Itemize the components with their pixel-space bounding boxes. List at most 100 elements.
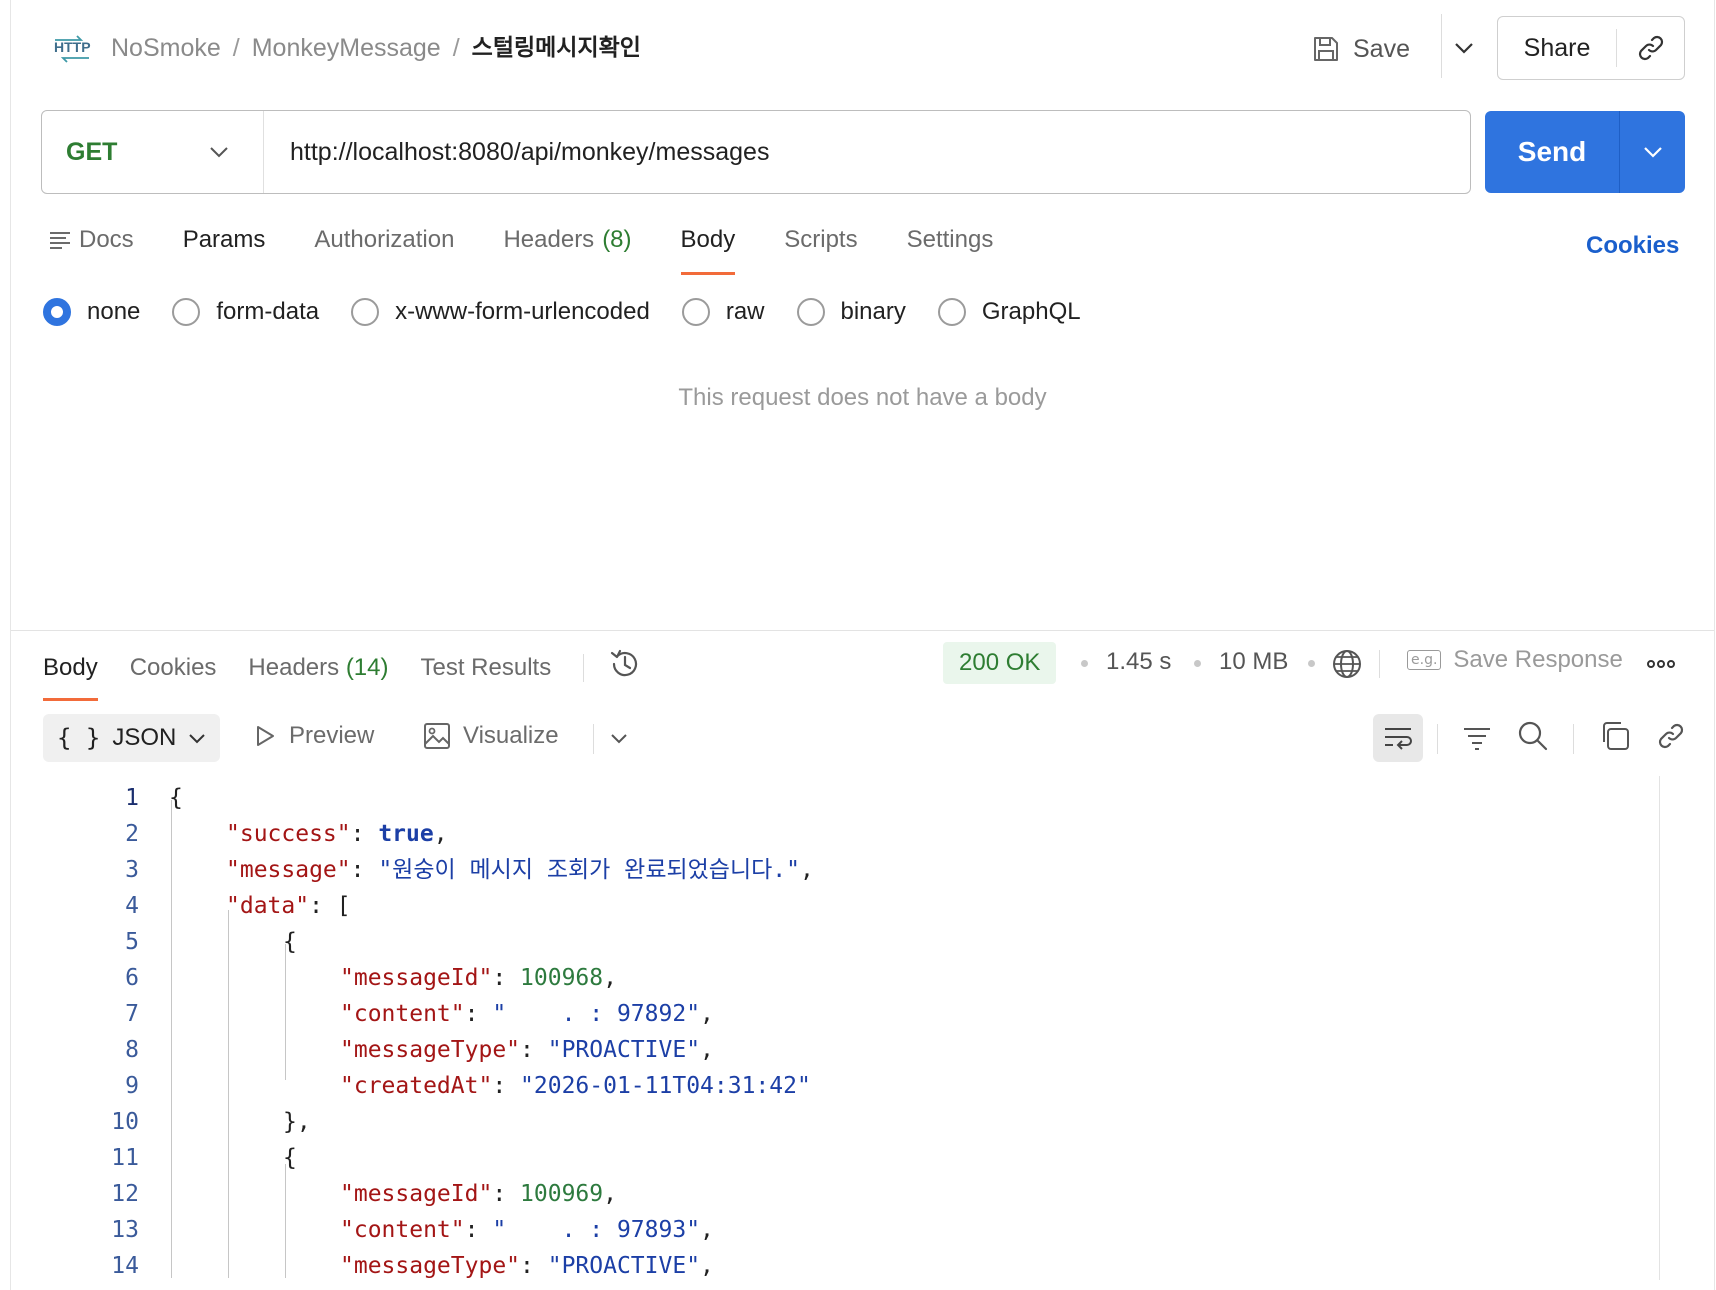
tab-settings[interactable]: Settings [907,226,994,254]
radio-button-selected[interactable] [43,298,71,326]
code-text: "messageType": "PROACTIVE", [340,1032,714,1068]
tab-headers[interactable]: Headers (8) [503,226,631,254]
response-tab-body-label: Body [43,653,98,681]
line-number: 2 [125,821,139,847]
code-line: 11 { [11,1140,1671,1176]
json-boolean: true [378,821,434,847]
radio-button[interactable] [681,298,710,326]
method-select[interactable]: GET [42,111,264,193]
network-info-button[interactable] [1331,648,1363,680]
radio-raw[interactable]: raw [681,298,765,326]
breadcrumb-collection[interactable]: MonkeyMessage [252,30,441,66]
more-options-button[interactable] [1645,648,1677,680]
json-string: "PROACTIVE" [547,1253,701,1278]
response-tab-headers-label: Headers [248,653,340,681]
json-number: 100969 [520,1181,604,1207]
breadcrumb-workspace[interactable]: NoSmoke [111,30,221,66]
json-punctuation: : [520,1037,548,1063]
code-line: 6 "messageId": 100968, [11,960,1671,996]
filter-button[interactable] [1461,722,1493,754]
tab-body-label: Body [680,226,736,253]
json-key: "content" [340,1001,465,1027]
save-button[interactable]: Save [1311,28,1410,70]
line-number: 3 [125,857,139,883]
cookies-link[interactable]: Cookies [1586,232,1679,260]
format-select[interactable]: { } JSON [43,714,221,762]
response-tab-headers[interactable]: Headers (14) [248,654,388,682]
json-key: "messageType" [340,1037,521,1063]
wrap-lines-button[interactable] [1373,714,1423,762]
code-line: 10}, [11,1104,1671,1140]
json-punctuation: : [492,1073,521,1099]
json-punctuation: { [169,785,183,811]
tab-body[interactable]: Body [680,226,736,275]
radio-button[interactable] [796,298,825,326]
radio-button[interactable] [351,298,380,326]
preview-button[interactable]: Preview [253,722,374,750]
json-punctuation: , [603,965,617,991]
send-options-button[interactable] [1620,146,1685,158]
tab-scripts[interactable]: Scripts [784,226,857,254]
save-options-button[interactable] [1446,30,1482,66]
line-number: 11 [111,1145,139,1171]
code-line: 3 "message": "원숭이 메시지 조회가 완료되었습니다.", [11,852,1671,888]
json-punctuation: , [700,1217,714,1243]
status-badge[interactable]: 200 OK [943,642,1057,684]
response-size[interactable]: 10 MB [1219,648,1288,676]
radio-none[interactable]: none [43,298,140,326]
json-punctuation: , [603,1181,617,1207]
chevron-down-icon [189,733,206,743]
json-key: "content" [340,1217,465,1243]
copy-link-button[interactable] [1655,720,1687,752]
code-text: { [283,1140,297,1176]
visualize-button[interactable]: Visualize [423,722,559,750]
response-divider[interactable] [11,630,1714,631]
code-line: 9 "createdAt": "2026-01-11T04:31:42" [11,1068,1671,1104]
share-button[interactable]: Share [1498,34,1616,63]
json-punctuation: , [700,1037,714,1063]
history-button[interactable] [608,647,642,688]
json-punctuation: , [700,1253,714,1278]
radio-button[interactable] [937,298,966,326]
breadcrumb-separator: / [232,34,240,62]
search-button[interactable] [1517,720,1549,752]
tab-docs[interactable]: Docs [49,226,134,254]
save-response-button[interactable]: e.g. Save Response [1407,646,1623,674]
tab-scripts-label: Scripts [784,226,858,253]
divider [1441,14,1442,78]
visualize-options-button[interactable] [603,722,635,754]
tab-authorization[interactable]: Authorization [314,226,454,254]
docs-icon [50,232,70,249]
radio-x-www-form-urlencoded[interactable]: x-www-form-urlencoded [351,298,650,326]
json-string: " . : 97892" [492,1001,701,1027]
url-input[interactable]: http://localhost:8080/api/monkey/message… [264,138,769,167]
tab-headers-count: (8) [602,226,632,253]
json-punctuation: : [ [309,893,351,919]
response-tab-body[interactable]: Body [43,653,98,701]
json-punctuation: : [492,965,521,991]
response-body-viewer[interactable]: 1{2 "success": true, 3 "message": "원숭이 메시지 … [11,778,1671,1278]
preview-label: Preview [289,722,375,749]
scrollbar-track[interactable] [1659,776,1660,1280]
breadcrumb: NoSmoke / MonkeyMessage / 스털링메시지확인 [111,30,641,66]
svg-text:HTTP: HTTP [54,39,91,55]
copy-button[interactable] [1599,720,1631,752]
send-button[interactable]: Send [1485,136,1619,168]
radio-form-data[interactable]: form-data [172,298,319,326]
json-string: "2026-01-11T04:31:42" [520,1073,811,1099]
radio-button[interactable] [172,298,201,326]
radio-graphql[interactable]: GraphQL [937,298,1081,326]
copy-link-button[interactable] [1617,33,1684,63]
response-tab-test-results[interactable]: Test Results [421,654,552,682]
app-window: HTTP NoSmoke / MonkeyMessage / 스털링메시지확인 … [10,0,1715,1290]
method-label: GET [66,137,118,166]
code-line: 2 "success": true, [11,816,1671,852]
response-time[interactable]: 1.45 s [1106,648,1171,676]
format-label: JSON [112,724,177,751]
send-group: Send [1485,111,1685,193]
radio-binary[interactable]: binary [796,298,906,326]
request-name[interactable]: 스털링메시지확인 [472,30,641,66]
code-text: }, [283,1104,311,1140]
tab-params[interactable]: Params [183,226,266,254]
response-tab-cookies[interactable]: Cookies [130,654,217,682]
